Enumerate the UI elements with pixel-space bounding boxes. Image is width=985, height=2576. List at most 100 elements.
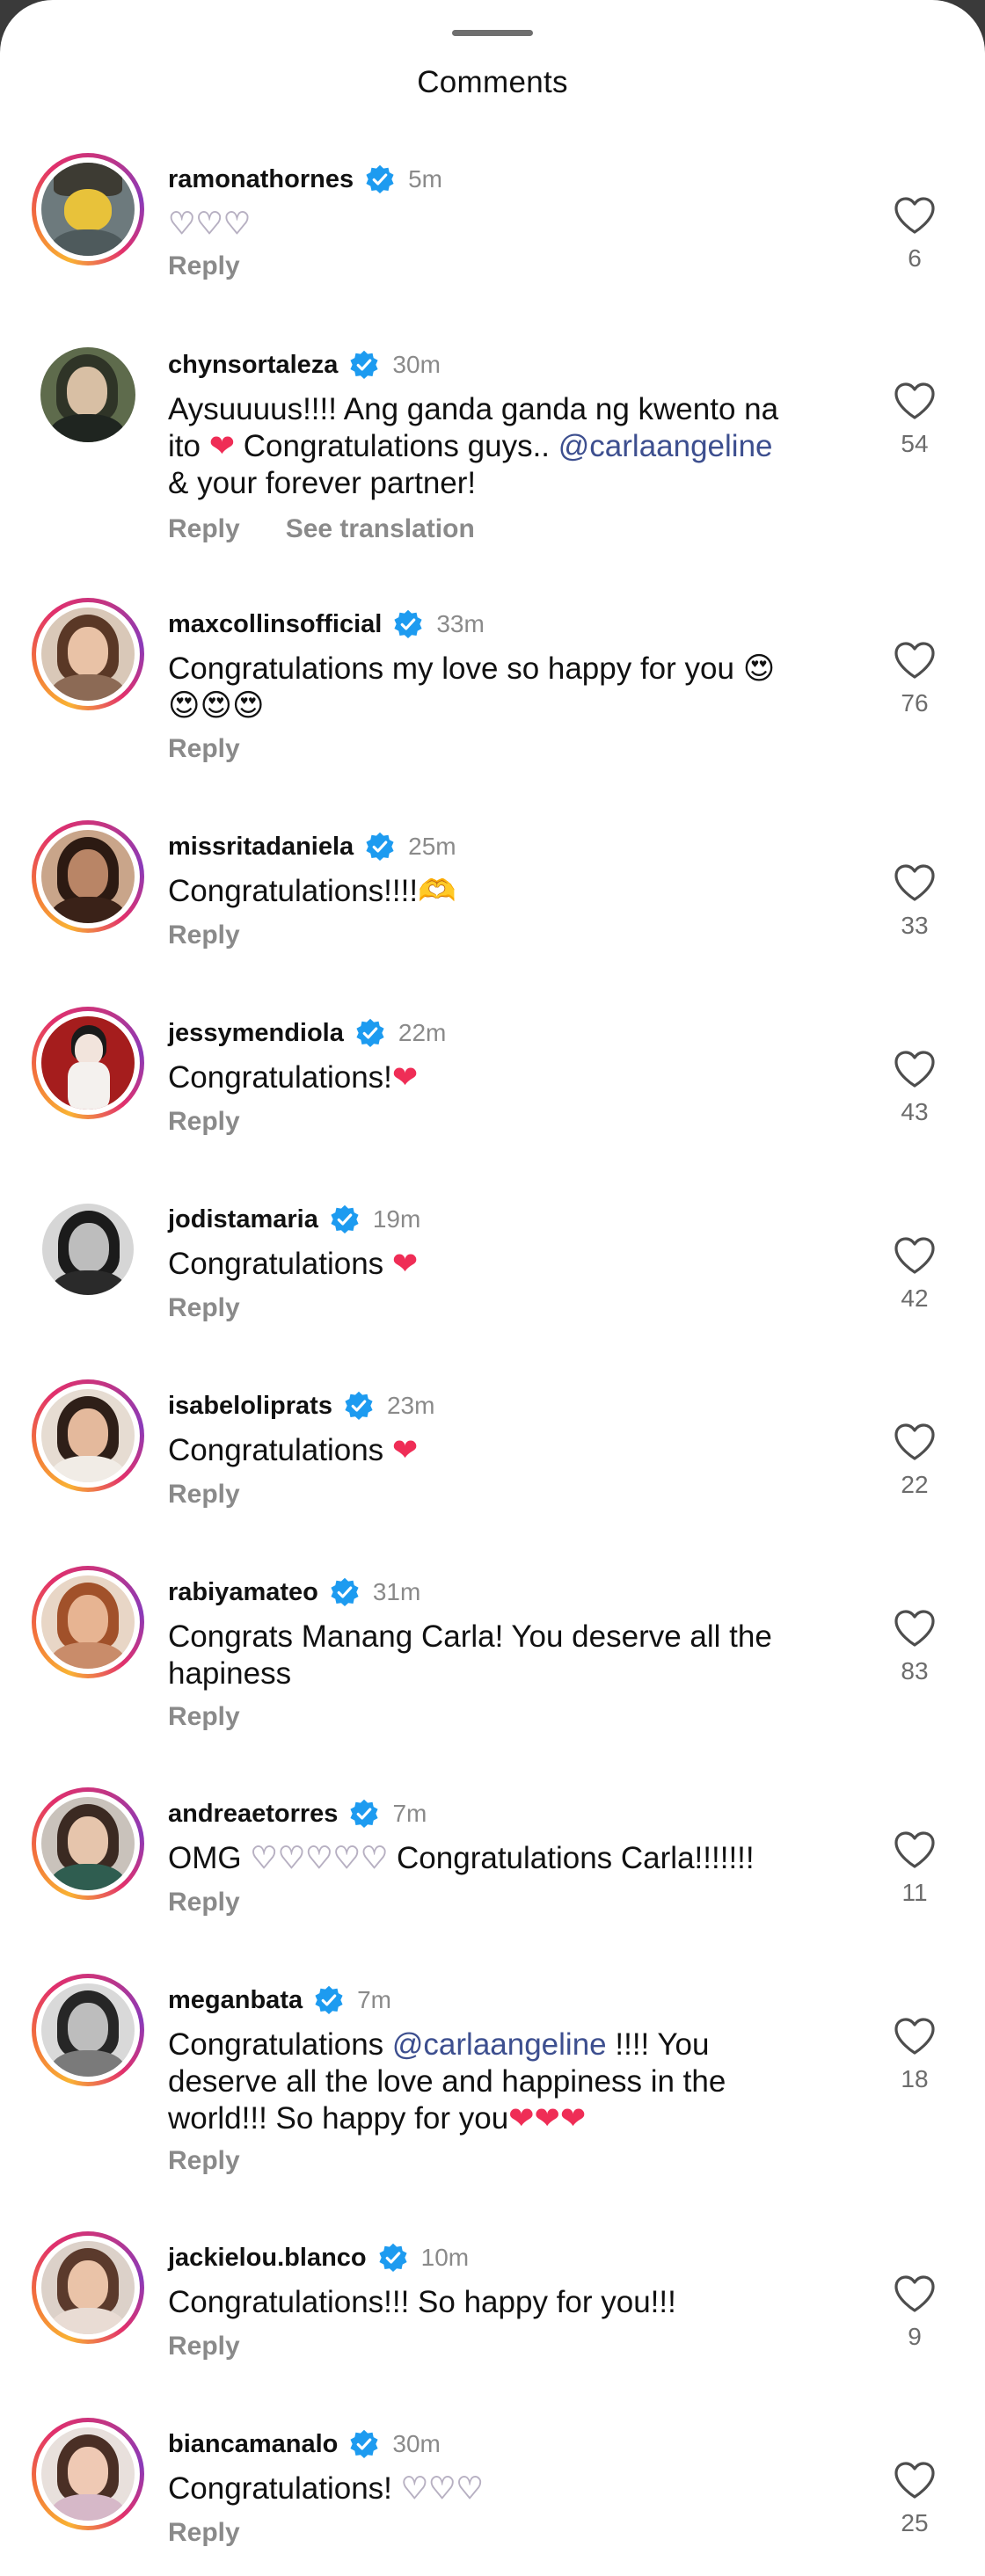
- avatar[interactable]: [32, 2418, 144, 2530]
- like-count: 54: [901, 430, 929, 457]
- avatar[interactable]: [32, 1379, 144, 1492]
- comment-text: Congratulations @carlaangeline !!!! You …: [168, 2027, 726, 2136]
- reply-button[interactable]: Reply: [168, 1888, 240, 1917]
- reply-button[interactable]: Reply: [168, 1702, 240, 1732]
- comment-time: 22m: [398, 1019, 447, 1046]
- heart-outline-icon[interactable]: [893, 1235, 937, 1276]
- like-control: 11: [888, 1830, 941, 1907]
- heart-outline-icon[interactable]: [893, 2274, 937, 2314]
- heart-eyes-emoji: 😍: [168, 688, 201, 723]
- see-translation-button[interactable]: See translation: [286, 514, 475, 544]
- white-heart-emoji: ♡: [167, 207, 196, 242]
- comment-text: Congratulations ❤: [168, 1247, 419, 1281]
- username[interactable]: missritadaniela: [168, 833, 354, 862]
- mention-link[interactable]: @carlaangeline: [392, 2027, 607, 2062]
- username[interactable]: ramonathornes: [168, 165, 354, 194]
- red-heart-emoji: ❤: [508, 2101, 535, 2136]
- heart-eyes-emoji: 😍: [200, 688, 233, 723]
- like-control: 42: [888, 1235, 941, 1313]
- avatar[interactable]: [32, 820, 144, 933]
- white-heart-emoji: ♡: [332, 1841, 361, 1876]
- comment-time: 10m: [420, 2244, 470, 2271]
- like-count: 9: [908, 2323, 922, 2350]
- like-control: 54: [888, 381, 941, 458]
- avatar[interactable]: [32, 338, 144, 451]
- comment-time: 33m: [436, 610, 485, 637]
- verified-badge-icon: [350, 1799, 379, 1829]
- username[interactable]: andreaetorres: [168, 1800, 338, 1829]
- white-heart-emoji: ♡: [428, 2471, 456, 2507]
- reply-button[interactable]: Reply: [168, 2146, 240, 2176]
- reply-button[interactable]: Reply: [168, 1480, 240, 1510]
- like-count: 11: [901, 1879, 928, 1906]
- heart-outline-icon[interactable]: [893, 381, 937, 421]
- heart-outline-icon[interactable]: [893, 640, 937, 680]
- reply-button[interactable]: Reply: [168, 734, 240, 764]
- avatar[interactable]: [32, 1193, 144, 1306]
- username[interactable]: meganbata: [168, 1986, 303, 2015]
- reply-button[interactable]: Reply: [168, 1293, 240, 1323]
- heart-outline-icon[interactable]: [893, 1422, 937, 1462]
- comment-text: Congratulations!❤: [168, 1060, 419, 1095]
- avatar[interactable]: [32, 1007, 144, 1119]
- avatar[interactable]: [32, 1787, 144, 1900]
- like-count: 18: [901, 2065, 929, 2092]
- avatar[interactable]: [32, 153, 144, 266]
- sheet-title: Comments: [417, 65, 568, 99]
- comment-time: 5m: [408, 165, 443, 193]
- reply-button[interactable]: Reply: [168, 1107, 240, 1137]
- reply-button[interactable]: Reply: [168, 2518, 240, 2548]
- heart-outline-icon[interactable]: [893, 1830, 937, 1870]
- red-heart-emoji: ❤: [391, 1060, 419, 1095]
- comment-time: 7m: [357, 1986, 392, 2013]
- heart-outline-icon[interactable]: [893, 195, 937, 236]
- like-control: 25: [888, 2460, 941, 2537]
- username[interactable]: jodistamaria: [168, 1205, 318, 1234]
- comment-time: 7m: [392, 1800, 427, 1827]
- heart-outline-icon[interactable]: [893, 862, 937, 903]
- heart-outline-icon[interactable]: [893, 2016, 937, 2056]
- like-count: 6: [908, 244, 922, 272]
- like-count: 33: [901, 912, 929, 939]
- verified-badge-icon: [366, 164, 394, 194]
- red-heart-emoji: ❤: [391, 1247, 419, 1281]
- reply-button[interactable]: Reply: [168, 921, 240, 950]
- mention-link[interactable]: @carlaangeline: [558, 429, 773, 463]
- comment-text: OMG ♡♡♡♡♡ Congratulations Carla!!!!!!!: [168, 1841, 755, 1876]
- avatar[interactable]: [32, 2231, 144, 2344]
- heart-eyes-emoji: 😍: [742, 651, 776, 686]
- heart-outline-icon[interactable]: [893, 2460, 937, 2500]
- username[interactable]: jackielou.blanco: [168, 2244, 367, 2273]
- username[interactable]: chynsortaleza: [168, 351, 338, 380]
- verified-badge-icon: [350, 2429, 378, 2459]
- username[interactable]: biancamanalo: [168, 2430, 338, 2459]
- username[interactable]: jessymendiola: [168, 1019, 344, 1048]
- heart-outline-icon[interactable]: [893, 1049, 937, 1089]
- comment-text: Congratulations!!!!🫶: [168, 874, 456, 908]
- verified-badge-icon: [350, 350, 378, 380]
- avatar[interactable]: [32, 1566, 144, 1678]
- verified-badge-icon: [331, 1204, 359, 1234]
- reply-button[interactable]: Reply: [168, 514, 240, 544]
- comment-text: Congrats Manang Carla! You deserve all t…: [168, 1619, 772, 1691]
- drag-handle[interactable]: [452, 30, 533, 36]
- reply-button[interactable]: Reply: [168, 2332, 240, 2361]
- like-control: 83: [888, 1608, 941, 1685]
- avatar[interactable]: [32, 598, 144, 710]
- heart-outline-icon[interactable]: [893, 1608, 937, 1648]
- reply-button[interactable]: Reply: [168, 251, 240, 281]
- username[interactable]: maxcollinsofficial: [168, 610, 382, 639]
- username[interactable]: rabiyamateo: [168, 1578, 318, 1607]
- heart-hands-emoji: 🫶: [418, 874, 456, 908]
- avatar[interactable]: [32, 1974, 144, 2086]
- verified-badge-icon: [366, 832, 394, 862]
- like-count: 83: [901, 1657, 929, 1685]
- username[interactable]: isabeloliprats: [168, 1392, 332, 1421]
- comment-text: Congratulations my love so happy for you…: [168, 651, 776, 723]
- white-heart-emoji: ♡: [456, 2471, 484, 2507]
- like-count: 76: [901, 689, 929, 717]
- like-control: 33: [888, 862, 941, 940]
- red-heart-emoji: ❤: [559, 2101, 587, 2136]
- comment-time: 30m: [392, 351, 441, 378]
- white-heart-emoji: ♡: [277, 1841, 306, 1876]
